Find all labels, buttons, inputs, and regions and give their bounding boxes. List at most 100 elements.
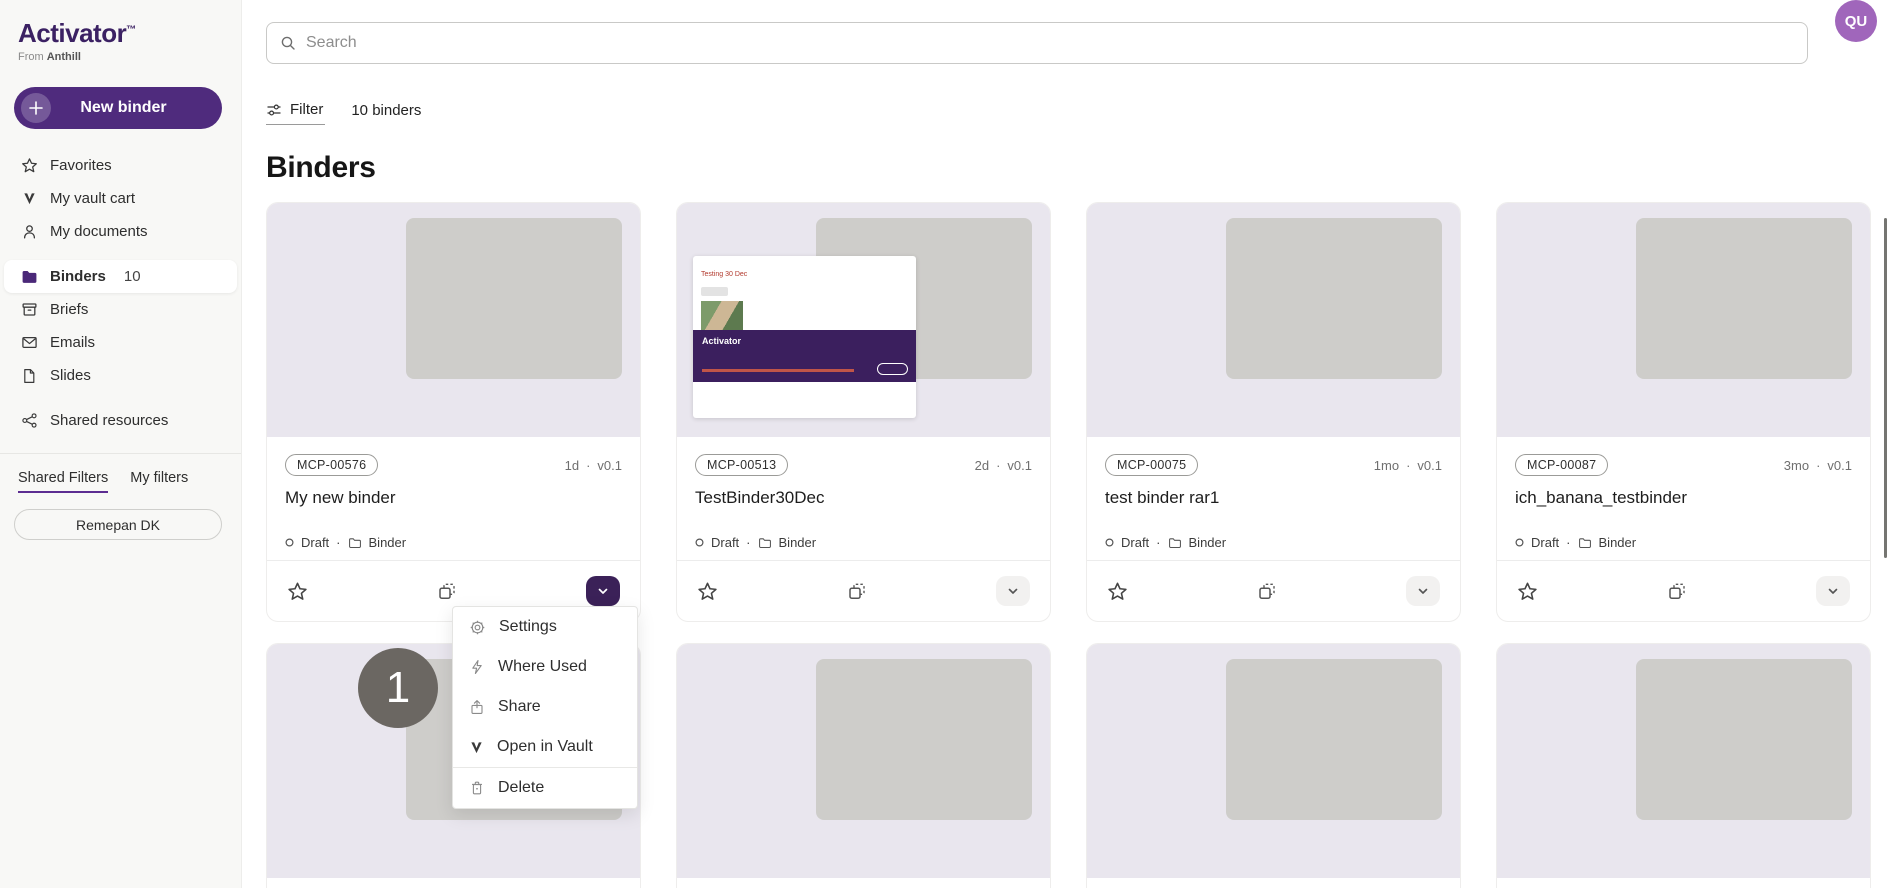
- card-thumbnail: [677, 644, 1050, 878]
- sidebar-item-briefs[interactable]: Briefs: [0, 293, 241, 326]
- duplicate-icon: [1257, 581, 1277, 601]
- tab-my-filters[interactable]: My filters: [130, 470, 188, 493]
- card-footer: [1497, 560, 1870, 621]
- sidebar-item-shared-resources[interactable]: Shared resources: [0, 404, 241, 437]
- binder-card[interactable]: MCP-00576 1d·v0.1 My new binder Draft · …: [266, 202, 641, 622]
- card-thumbnail: Testing 30 Dec Activator: [677, 203, 1050, 437]
- tab-shared-filters[interactable]: Shared Filters: [18, 470, 108, 493]
- menu-item-open-in-vault[interactable]: Open in Vault: [453, 727, 637, 767]
- duplicate-icon: [847, 581, 867, 601]
- card-thumbnail: [267, 203, 640, 437]
- vertical-scrollbar[interactable]: [1884, 218, 1887, 558]
- sidebar-item-label: My vault cart: [50, 190, 135, 207]
- card-menu-button[interactable]: [1816, 576, 1850, 606]
- binder-card[interactable]: Testing 30 Dec Activator MCP-00513 2d·v0…: [676, 202, 1051, 622]
- search-input[interactable]: [306, 34, 1807, 52]
- menu-item-share[interactable]: Share: [453, 687, 637, 727]
- card-menu-button[interactable]: [586, 576, 620, 606]
- sidebar-item-favorites[interactable]: Favorites: [0, 149, 241, 182]
- menu-item-settings[interactable]: Settings: [453, 607, 637, 647]
- dot-separator: ·: [1816, 458, 1820, 473]
- shared-filter-remepan-dk-button[interactable]: Remepan DK: [14, 509, 222, 540]
- chevron-down-icon: [1005, 583, 1021, 599]
- sidebar-item-vault-cart[interactable]: My vault cart: [0, 182, 241, 215]
- status-circle-icon: [1105, 538, 1114, 547]
- card-menu-button[interactable]: [1406, 576, 1440, 606]
- dot-separator: ·: [1566, 535, 1570, 550]
- duplicate-icon: [437, 581, 457, 601]
- menu-item-where-used[interactable]: Where Used: [453, 647, 637, 687]
- status-circle-icon: [695, 538, 704, 547]
- menu-item-label: Delete: [498, 779, 544, 797]
- card-status-row: Draft · Binder: [695, 535, 1032, 550]
- card-meta: 3mo·v0.1: [1784, 458, 1852, 473]
- brand-subtitle: From Anthill: [18, 51, 241, 63]
- sidebar-item-label: Shared resources: [50, 412, 168, 429]
- binder-card[interactable]: MCP-00087 3mo·v0.1 ich_banana_testbinder…: [1496, 202, 1871, 622]
- sidebar-item-emails[interactable]: Emails: [0, 326, 241, 359]
- duplicate-button[interactable]: [1257, 581, 1277, 601]
- vault-icon: [469, 740, 484, 755]
- thumbnail-placeholder: [1636, 659, 1852, 820]
- envelope-icon: [20, 334, 38, 352]
- filter-tabs: Shared Filters My filters: [0, 454, 241, 493]
- binders-count: 10: [124, 268, 141, 285]
- binder-card[interactable]: [1086, 643, 1461, 888]
- binder-type-icon: [758, 536, 772, 550]
- star-icon: [697, 581, 718, 602]
- binder-card[interactable]: MCP-00075 1mo·v0.1 test binder rar1 Draf…: [1086, 202, 1461, 622]
- sidebar-item-label: My documents: [50, 223, 148, 240]
- dot-separator: ·: [336, 535, 340, 550]
- thumbnail-placeholder: [1226, 659, 1442, 820]
- menu-item-label: Settings: [499, 618, 557, 636]
- thumbnail-placeholder: [816, 659, 1032, 820]
- status-label: Draft: [1121, 535, 1149, 550]
- favorite-star-button[interactable]: [697, 581, 718, 602]
- binder-card[interactable]: [676, 643, 1051, 888]
- code-badge: MCP-00075: [1105, 454, 1198, 476]
- favorite-star-button[interactable]: [287, 581, 308, 602]
- sidebar-item-label: Emails: [50, 334, 95, 351]
- sidebar-item-my-documents[interactable]: My documents: [0, 215, 241, 248]
- card-footer: [1087, 560, 1460, 621]
- card-info: MCP-00513 2d·v0.1 TestBinder30Dec Draft …: [677, 437, 1050, 560]
- sidebar-item-binders[interactable]: Binders 10: [4, 260, 237, 293]
- type-label: Binder: [779, 535, 817, 550]
- card-info: MCP-00075 1mo·v0.1 test binder rar1 Draf…: [1087, 437, 1460, 560]
- sidebar-item-slides[interactable]: Slides: [0, 359, 241, 392]
- card-status-row: Draft · Binder: [1105, 535, 1442, 550]
- code-badge: MCP-00513: [695, 454, 788, 476]
- binder-card[interactable]: [1496, 643, 1871, 888]
- filter-toolbar: Filter 10 binders: [266, 101, 1899, 125]
- duplicate-button[interactable]: [847, 581, 867, 601]
- card-thumbnail: [1497, 203, 1870, 437]
- duplicate-button[interactable]: [437, 581, 457, 601]
- duplicate-icon: [1667, 581, 1687, 601]
- folder-icon: [20, 268, 38, 286]
- binder-type-icon: [1578, 536, 1592, 550]
- card-meta: 2d·v0.1: [975, 458, 1032, 473]
- sidebar-nav-shared: Shared resources: [0, 404, 241, 437]
- card-meta: 1mo·v0.1: [1374, 458, 1442, 473]
- preview-banner: Activator: [693, 330, 916, 382]
- binder-type-icon: [1168, 536, 1182, 550]
- sidebar-nav-content: Binders 10 Briefs Emails Slides: [0, 260, 241, 392]
- filter-button[interactable]: Filter: [266, 101, 325, 125]
- menu-item-label: Where Used: [498, 658, 587, 676]
- type-label: Binder: [1599, 535, 1637, 550]
- preview-cta-pill: [877, 363, 908, 375]
- card-menu-button[interactable]: [996, 576, 1030, 606]
- favorite-star-button[interactable]: [1107, 581, 1128, 602]
- card-title: test binder rar1: [1105, 488, 1442, 508]
- card-context-menu: Settings Where Used Share Open in Vault …: [452, 606, 638, 809]
- menu-item-delete[interactable]: Delete: [453, 768, 637, 808]
- sidebar-item-label: Binders: [50, 268, 106, 285]
- new-binder-button[interactable]: New binder: [14, 87, 222, 129]
- vault-icon: [20, 190, 38, 208]
- duplicate-button[interactable]: [1667, 581, 1687, 601]
- brand-name: Activator™: [18, 18, 241, 49]
- user-avatar[interactable]: QU: [1835, 0, 1877, 42]
- trash-icon: [469, 780, 485, 796]
- favorite-star-button[interactable]: [1517, 581, 1538, 602]
- card-info: MCP-00087 3mo·v0.1 ich_banana_testbinder…: [1497, 437, 1870, 560]
